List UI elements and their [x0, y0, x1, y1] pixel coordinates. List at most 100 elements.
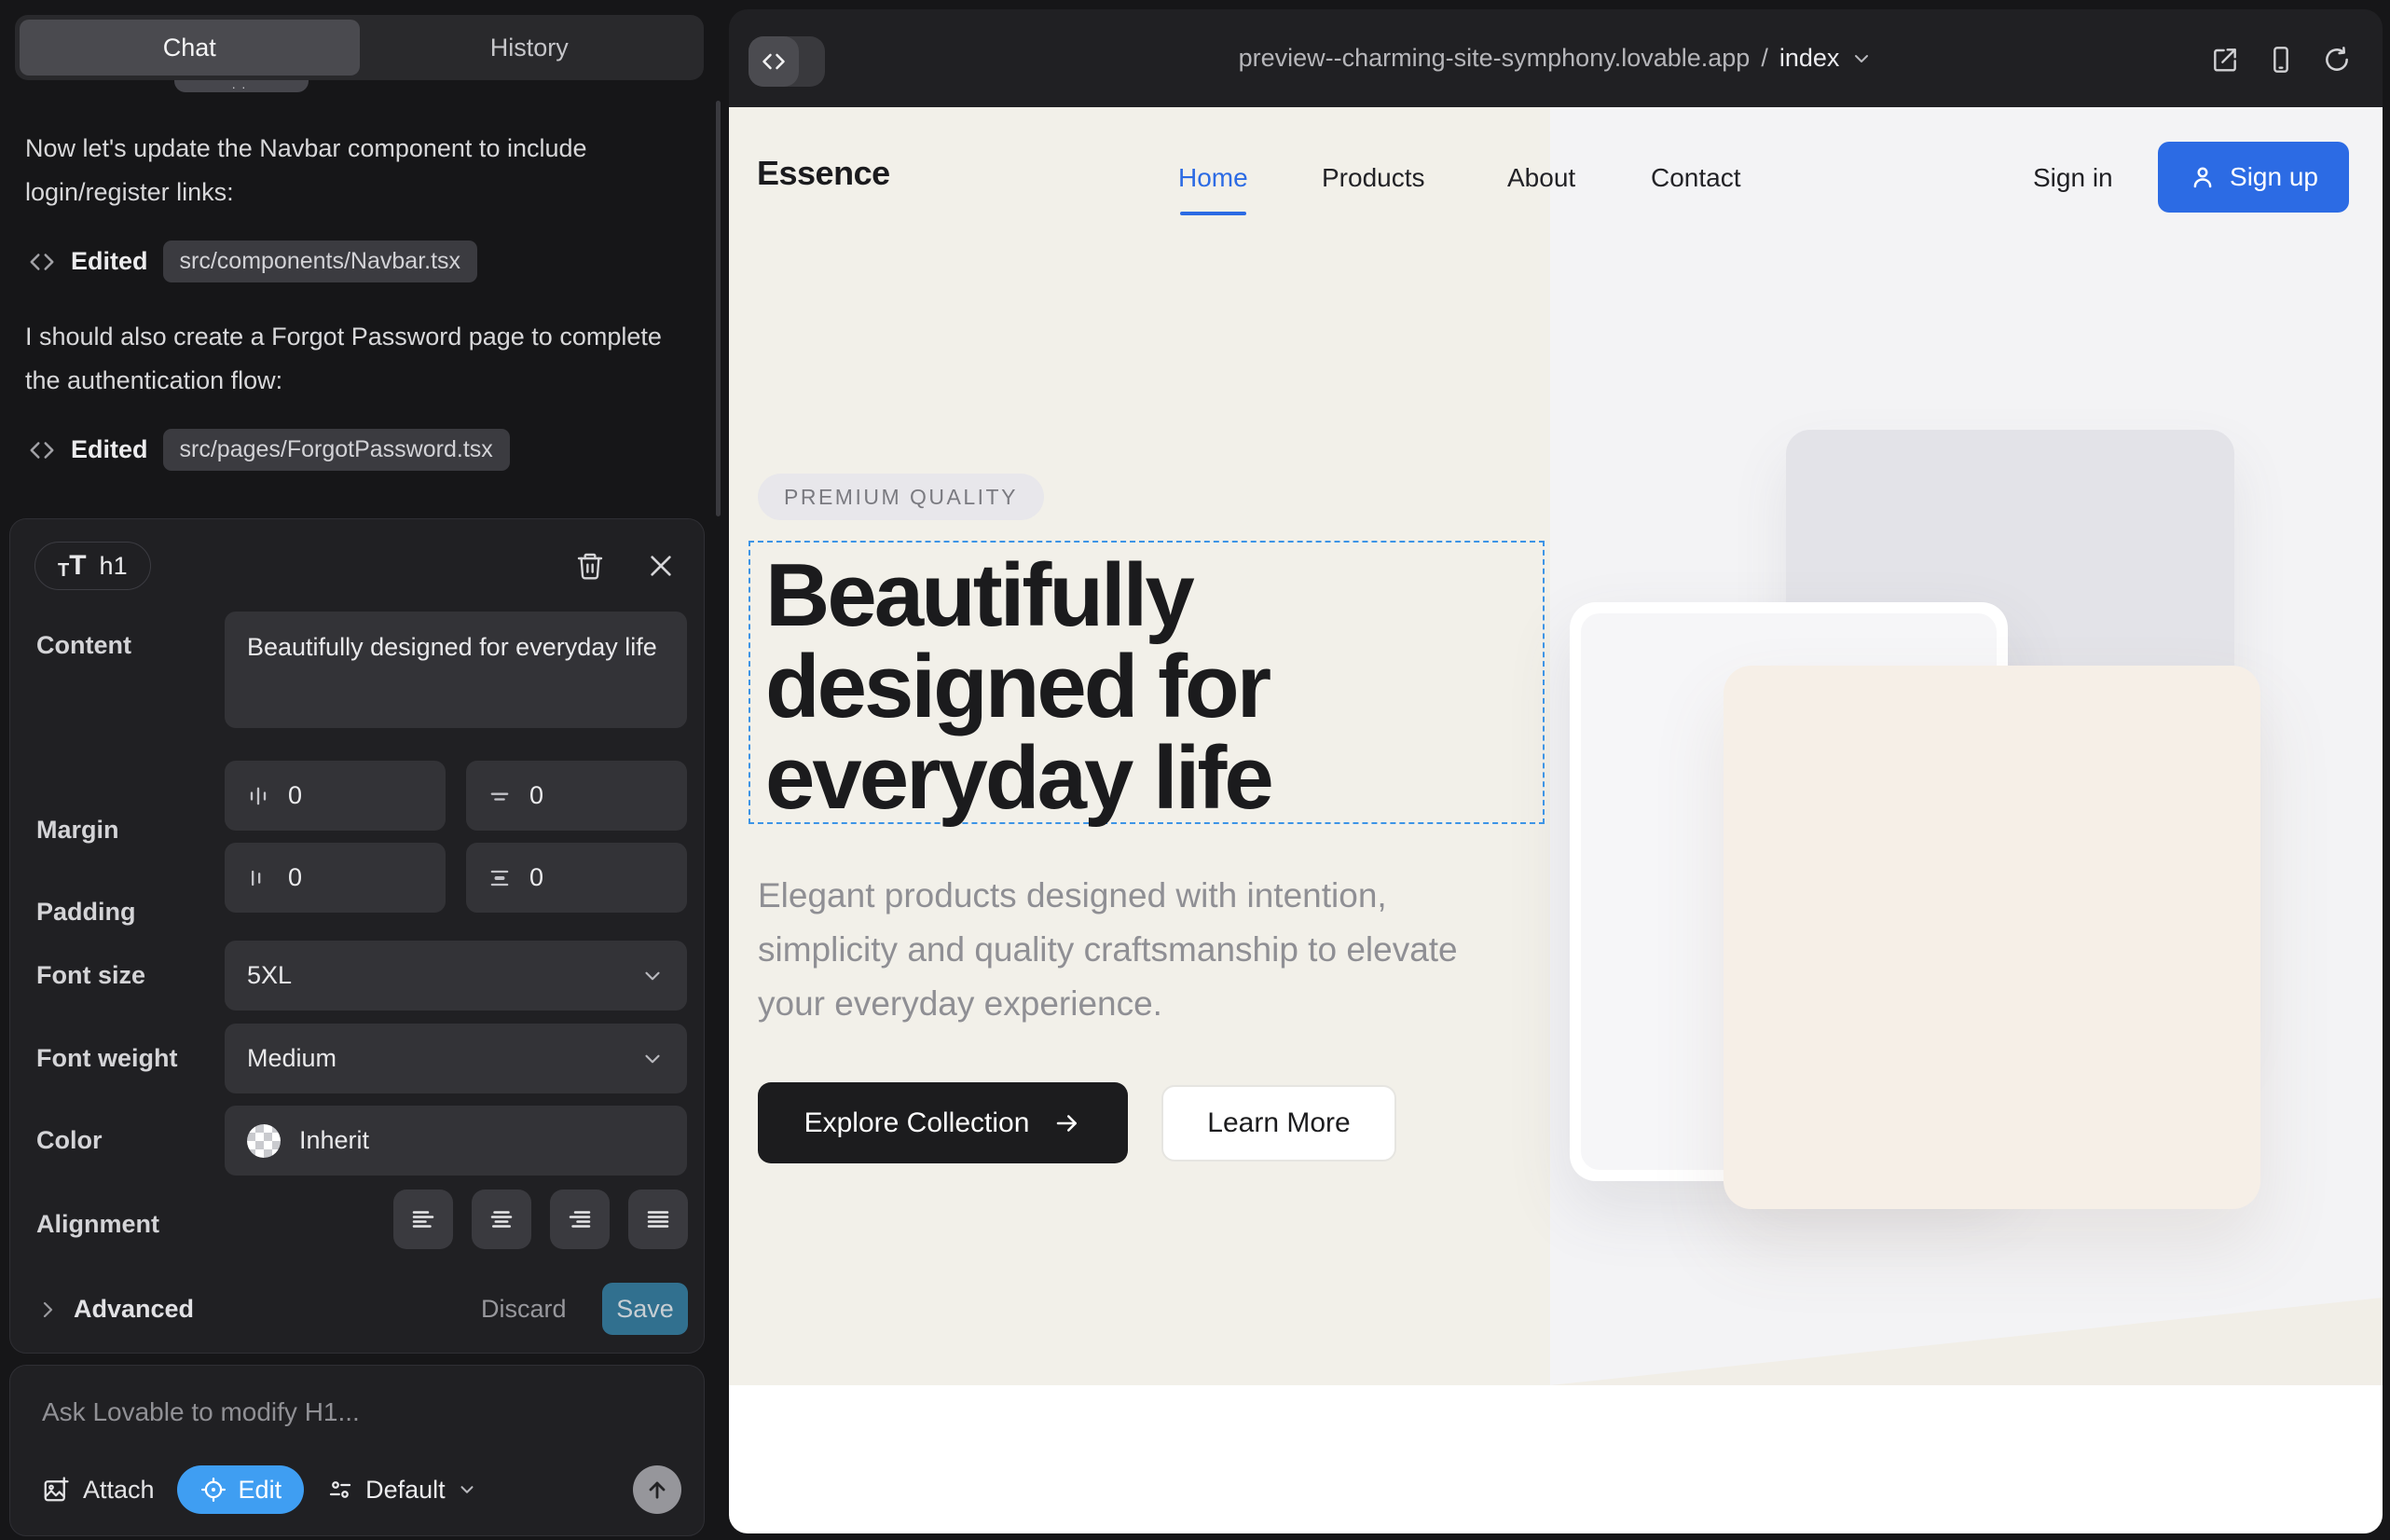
explore-collection-label: Explore Collection [804, 1107, 1030, 1139]
chat-scrollbar[interactable] [716, 101, 721, 516]
assistant-message: I should also create a Forgot Password p… [25, 315, 687, 403]
margin-label: Margin [36, 816, 119, 845]
code-icon [28, 248, 56, 276]
content-textarea[interactable]: Beautifully designed for everyday life [225, 612, 687, 728]
site-navbar: Essence Home Products About Contact Sign… [729, 107, 2383, 244]
scrolled-message-pill: ·· [174, 78, 309, 92]
nav-link-contact[interactable]: Contact [1651, 163, 1741, 193]
edited-file-row[interactable]: Edited src/pages/ForgotPassword.tsx [28, 429, 510, 471]
arrow-right-icon [1053, 1109, 1081, 1137]
default-label: Default [365, 1476, 446, 1505]
edit-label: Edit [239, 1476, 282, 1505]
alignment-label: Alignment [36, 1210, 159, 1239]
url-separator: / [1761, 44, 1768, 73]
sign-up-label: Sign up [2230, 162, 2318, 192]
close-editor-button[interactable] [642, 547, 680, 584]
hero-paragraph: Elegant products designed with intention… [758, 869, 1513, 1031]
padding-y-icon [487, 865, 513, 891]
nav-link-home[interactable]: Home [1178, 163, 1248, 193]
margin-x-input[interactable]: 0 [225, 761, 446, 831]
save-button[interactable]: Save [602, 1283, 688, 1335]
edited-file-path[interactable]: src/components/Navbar.tsx [163, 241, 478, 282]
discard-button[interactable]: Discard [481, 1295, 567, 1324]
align-right-button[interactable] [550, 1189, 610, 1249]
open-external-button[interactable] [2209, 44, 2241, 76]
padding-y-input[interactable]: 0 [466, 843, 687, 913]
edit-mode-button[interactable]: Edit [177, 1465, 305, 1514]
element-tag-label: h1 [100, 552, 128, 581]
color-select[interactable]: Inherit [225, 1106, 687, 1176]
margin-y-input[interactable]: 0 [466, 761, 687, 831]
color-swatch [247, 1124, 281, 1158]
margin-x-value: 0 [288, 781, 302, 810]
assistant-message: Now let's update the Navbar component to… [25, 127, 687, 214]
padding-label: Padding [36, 898, 136, 927]
edited-file-row[interactable]: Edited src/components/Navbar.tsx [28, 241, 477, 282]
nav-link-products[interactable]: Products [1322, 163, 1425, 193]
sign-in-link[interactable]: Sign in [2033, 163, 2113, 193]
content-label: Content [36, 631, 131, 660]
font-size-value: 5XL [247, 961, 292, 990]
send-button[interactable] [633, 1465, 681, 1514]
alignment-buttons [393, 1189, 688, 1249]
element-editor-panel: TT h1 Content Beautifully designed for e… [9, 518, 705, 1354]
tab-history[interactable]: History [360, 20, 700, 76]
margin-y-icon [487, 783, 513, 809]
edited-label: Edited [71, 435, 148, 464]
delete-element-button[interactable] [571, 547, 609, 584]
deco-card-beige [1724, 666, 2260, 1209]
padding-x-icon [245, 865, 271, 891]
selected-h1-outline[interactable]: Beautifully designed for everyday life [749, 541, 1545, 824]
margin-y-value: 0 [529, 781, 543, 810]
align-left-button[interactable] [393, 1189, 453, 1249]
user-icon [2189, 163, 2217, 191]
tab-chat[interactable]: Chat [20, 20, 360, 76]
font-size-label: Font size [36, 961, 145, 990]
chevron-down-icon [640, 964, 665, 988]
default-model-select[interactable]: Default [326, 1476, 477, 1505]
image-plus-icon [42, 1476, 70, 1504]
font-weight-value: Medium [247, 1044, 337, 1073]
target-icon [199, 1476, 227, 1504]
edited-file-path[interactable]: src/pages/ForgotPassword.tsx [163, 429, 510, 471]
refresh-button[interactable] [2321, 44, 2353, 76]
app-window: Chat History ·· Now let's update the Nav… [0, 0, 2390, 1540]
hero-heading[interactable]: Beautifully designed for everyday life [765, 550, 1511, 824]
margin-x-icon [245, 783, 271, 809]
padding-y-value: 0 [529, 863, 543, 892]
type-icon: TT [58, 552, 87, 580]
font-weight-label: Font weight [36, 1044, 177, 1073]
align-justify-button[interactable] [628, 1189, 688, 1249]
attach-button[interactable]: Attach [42, 1476, 155, 1505]
url-host: preview--charming-site-symphony.lovable.… [1239, 44, 1751, 73]
color-value: Inherit [299, 1126, 369, 1155]
url-page: index [1779, 44, 1840, 73]
align-center-button[interactable] [472, 1189, 531, 1249]
chevron-down-icon [640, 1047, 665, 1071]
site-logo[interactable]: Essence [757, 154, 890, 193]
premium-quality-badge: PREMIUM QUALITY [758, 474, 1044, 520]
preview-url-bar[interactable]: preview--charming-site-symphony.lovable.… [729, 9, 2383, 107]
site-canvas: Essence Home Products About Contact Sign… [729, 107, 2383, 1533]
chat-composer: Ask Lovable to modify H1... Attach Edit [9, 1365, 705, 1536]
sign-up-button[interactable]: Sign up [2158, 142, 2349, 213]
padding-x-value: 0 [288, 863, 302, 892]
font-weight-select[interactable]: Medium [225, 1024, 687, 1093]
mobile-view-button[interactable] [2265, 44, 2297, 76]
nav-link-about[interactable]: About [1507, 163, 1575, 193]
arrow-up-icon [644, 1477, 670, 1503]
learn-more-button[interactable]: Learn More [1161, 1085, 1396, 1162]
attach-label: Attach [83, 1476, 155, 1505]
padding-x-input[interactable]: 0 [225, 843, 446, 913]
edited-label: Edited [71, 247, 148, 276]
advanced-toggle[interactable]: Advanced [36, 1295, 194, 1324]
chevron-down-icon [1850, 48, 1873, 70]
composer-input[interactable]: Ask Lovable to modify H1... [42, 1397, 360, 1427]
chat-sidebar: Chat History ·· Now let's update the Nav… [0, 0, 722, 1540]
color-label: Color [36, 1126, 103, 1155]
preview-panel: preview--charming-site-symphony.lovable.… [729, 9, 2383, 1533]
explore-collection-button[interactable]: Explore Collection [758, 1082, 1128, 1163]
selected-element-tag: TT h1 [34, 542, 151, 590]
font-size-select[interactable]: 5XL [225, 941, 687, 1011]
chevron-down-icon [457, 1479, 477, 1500]
